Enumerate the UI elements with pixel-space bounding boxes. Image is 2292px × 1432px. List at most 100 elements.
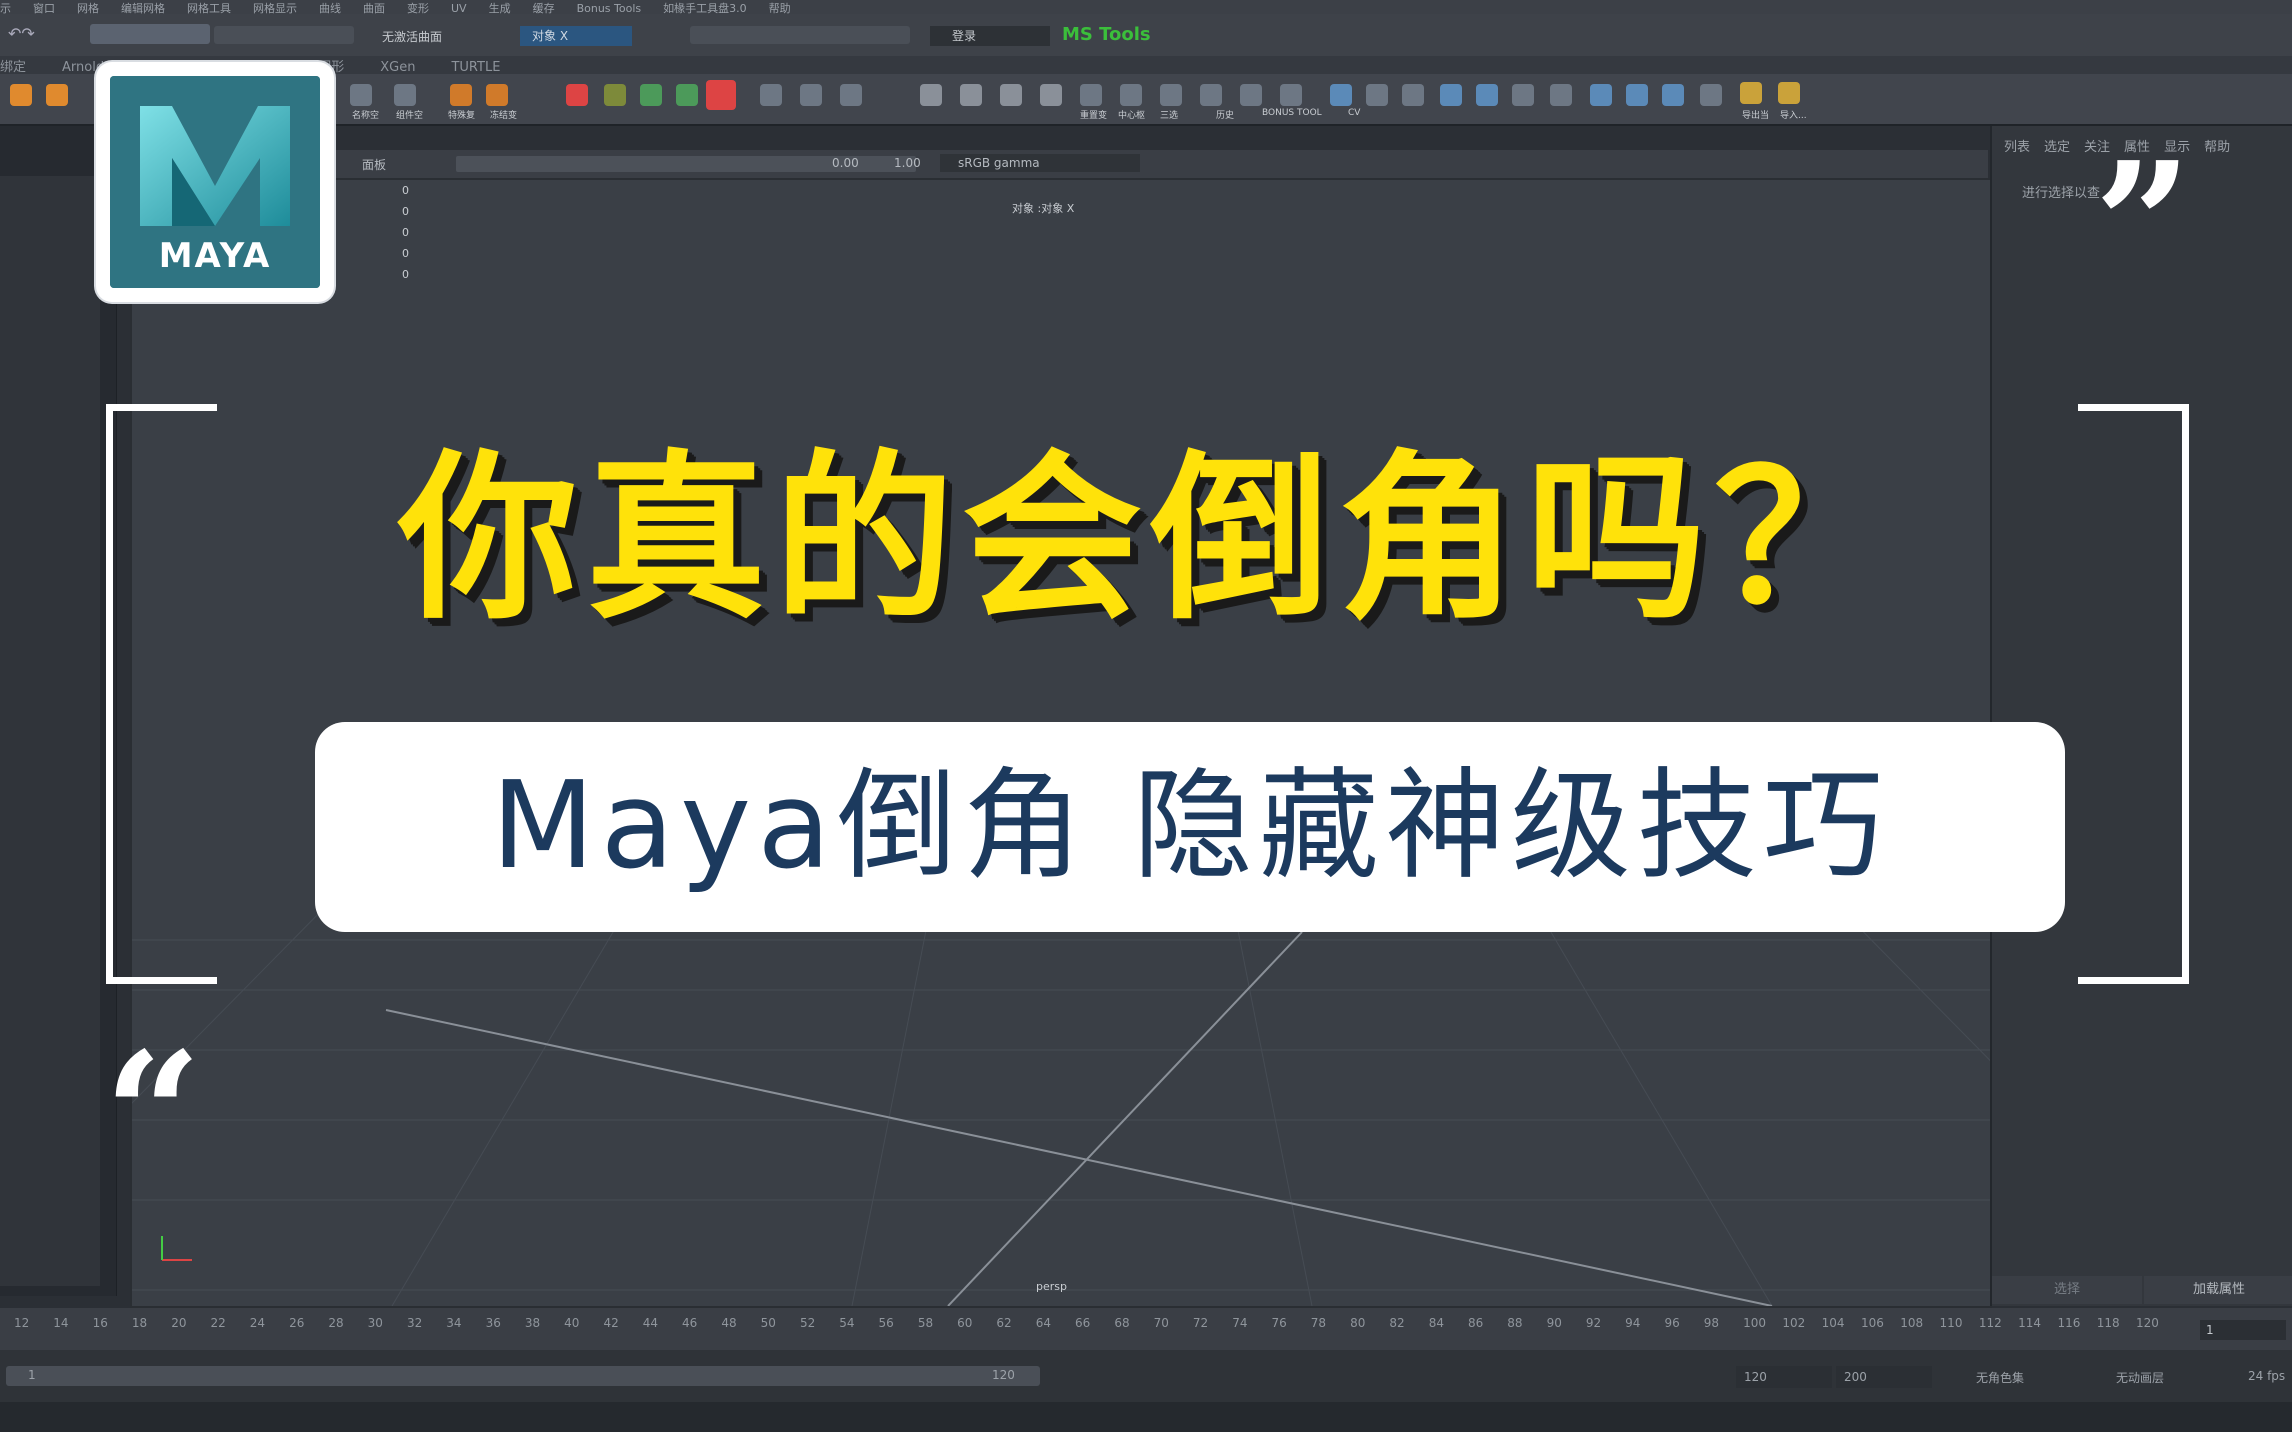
- menu-item[interactable]: 曲面: [363, 0, 385, 14]
- shelf-tool-icon[interactable]: [350, 84, 372, 106]
- timeline-tick: 92: [1585, 1316, 1602, 1330]
- menu-item[interactable]: 曲线: [319, 0, 341, 14]
- render-icons[interactable]: [690, 26, 910, 44]
- shelf-tool-icon[interactable]: [960, 84, 982, 106]
- shelf-tool-icon[interactable]: [920, 84, 942, 106]
- shelf-tool-icon[interactable]: [46, 84, 68, 106]
- menu-item[interactable]: 变形: [407, 0, 429, 14]
- current-frame-field[interactable]: 1: [2200, 1320, 2286, 1340]
- range-end-label: 120: [992, 1368, 1015, 1382]
- shelf-label: 冻结变: [490, 111, 518, 121]
- shelf-tool-icon[interactable]: [760, 84, 782, 106]
- attribute-editor-tab[interactable]: 列表: [2004, 140, 2030, 155]
- shelf-tool-icon[interactable]: [394, 84, 416, 106]
- undo-icon[interactable]: ↶↷: [8, 24, 38, 44]
- shelf-tool-icon[interactable]: [1590, 84, 1612, 106]
- hud-values: 0 0 0 0 0: [402, 184, 409, 281]
- shelf-tool-icon[interactable]: [1366, 84, 1388, 106]
- selection-mask-icons[interactable]: [90, 24, 210, 44]
- shelf-tool-icon[interactable]: [1160, 84, 1182, 106]
- timeline-tick: 110: [1939, 1316, 1963, 1330]
- load-attributes-button[interactable]: 加载属性: [2144, 1276, 2292, 1304]
- menu-item[interactable]: 窗口: [33, 0, 55, 14]
- timeline-tick: 58: [917, 1316, 934, 1330]
- menu-item[interactable]: 生成: [489, 0, 511, 14]
- shelf-tool-icon[interactable]: [604, 84, 626, 106]
- shelf-tool-icon[interactable]: [1626, 84, 1648, 106]
- shelf-tool-icon[interactable]: [1440, 84, 1462, 106]
- fps-select[interactable]: 24 fps: [2248, 1369, 2285, 1383]
- panel-menu[interactable]: 面板: [362, 156, 386, 173]
- timeline-tick: 118: [2096, 1316, 2120, 1330]
- object-field[interactable]: 对象 X: [520, 26, 632, 46]
- ms-tools-label[interactable]: MS Tools: [1062, 24, 1151, 45]
- shelf-tool-icon[interactable]: [10, 84, 32, 106]
- gamma-field[interactable]: 1.00: [894, 156, 921, 170]
- shelf-tool-icon[interactable]: [800, 84, 822, 106]
- attribute-editor-tab[interactable]: 选定: [2044, 140, 2070, 155]
- shelf-tool-icon[interactable]: [1280, 84, 1302, 106]
- menu-item[interactable]: Bonus Tools: [577, 2, 642, 14]
- menu-item[interactable]: 缓存: [533, 0, 555, 14]
- menu-item[interactable]: 网格显示: [253, 0, 297, 14]
- shelf-tab[interactable]: 绑定: [0, 56, 26, 74]
- menu-item[interactable]: 帮助: [769, 0, 791, 14]
- shelf-tab[interactable]: XGen: [380, 60, 415, 74]
- shelf-tool-icon[interactable]: [450, 84, 472, 106]
- shelf-tool-icon[interactable]: [676, 84, 698, 106]
- anim-end-field[interactable]: 120: [1736, 1366, 1832, 1388]
- shelf-tool-icon[interactable]: [1512, 84, 1534, 106]
- shelf-tool-icon[interactable]: [566, 84, 588, 106]
- shelf-label: CV: [1348, 108, 1361, 118]
- exposure-field[interactable]: 0.00: [832, 156, 859, 170]
- headline: 你真的会倒角吗？: [397, 435, 1902, 644]
- command-line[interactable]: [0, 1402, 2292, 1432]
- anim-layer-select[interactable]: 无动画层: [2116, 1369, 2164, 1386]
- timeline-tick: 16: [92, 1316, 108, 1330]
- shelf-tool-icon[interactable]: [1330, 84, 1352, 106]
- shelf-tool-icon[interactable]: [1080, 84, 1102, 106]
- shelf-tool-icon[interactable]: [1700, 84, 1722, 106]
- time-slider[interactable]: 12 14 16 18 20 22 24 26 28 30 32 34 36 38 40 42 44 46 48 50…: [0, 1308, 2292, 1350]
- shelf-tool-icon[interactable]: [840, 84, 862, 106]
- snap-icons[interactable]: [214, 26, 354, 44]
- timeline-tick: 106: [1860, 1316, 1884, 1330]
- shelf-tool-icon[interactable]: [1000, 84, 1022, 106]
- logo-text: MAYA: [158, 236, 272, 276]
- shelf-tool-icon[interactable]: [486, 84, 508, 106]
- menu-item[interactable]: UV: [451, 2, 467, 14]
- timeline-tick: 104: [1821, 1316, 1845, 1330]
- shelf-tool-icon[interactable]: [1120, 84, 1142, 106]
- select-button[interactable]: 选择: [1992, 1276, 2142, 1304]
- shelf-tool-icon[interactable]: [1550, 84, 1572, 106]
- shelf-tool-icon[interactable]: [1040, 84, 1062, 106]
- shelf-tool-icon[interactable]: [1200, 84, 1222, 106]
- attribute-editor-tab[interactable]: 帮助: [2204, 140, 2230, 155]
- subtitle-box: Maya倒角 隐藏神级技巧: [315, 722, 2065, 932]
- timeline-tick: 36: [485, 1316, 501, 1330]
- shelf-tab[interactable]: TURTLE: [451, 60, 500, 74]
- color-space-select[interactable]: sRGB gamma: [940, 154, 1140, 172]
- shelf-tool-icon[interactable]: [1476, 84, 1498, 106]
- timeline-tick: 96: [1664, 1316, 1680, 1330]
- menu-item[interactable]: 示: [0, 0, 11, 14]
- menu-item[interactable]: 编辑网格: [121, 0, 165, 14]
- shelf-tool-icon[interactable]: [1778, 82, 1800, 104]
- max-end-field[interactable]: 200: [1836, 1366, 1932, 1388]
- shelf-tool-icon[interactable]: [1740, 82, 1762, 104]
- timeline-tick: 78: [1310, 1316, 1327, 1330]
- shelf-tool-icon[interactable]: [1240, 84, 1262, 106]
- shelf-tool-icon[interactable]: [1662, 84, 1684, 106]
- menu-item[interactable]: 网格工具: [187, 0, 231, 14]
- character-set-select[interactable]: 无角色集: [1976, 1369, 2024, 1386]
- range-bar[interactable]: 1 120: [6, 1366, 1040, 1386]
- hud-title: 对象 :对象 X: [1012, 202, 1075, 215]
- shelf-tool-icon[interactable]: [1402, 84, 1424, 106]
- menu-item[interactable]: 网格: [77, 0, 99, 14]
- menu-item[interactable]: 如椽手工具盘3.0: [663, 0, 747, 14]
- login-field[interactable]: 登录: [930, 26, 1050, 46]
- shelf-tool-icon[interactable]: [640, 84, 662, 106]
- timeline-tick: 80: [1350, 1316, 1366, 1330]
- shelf-tool-icon[interactable]: [706, 80, 736, 110]
- timeline-tick: 28: [328, 1316, 344, 1330]
